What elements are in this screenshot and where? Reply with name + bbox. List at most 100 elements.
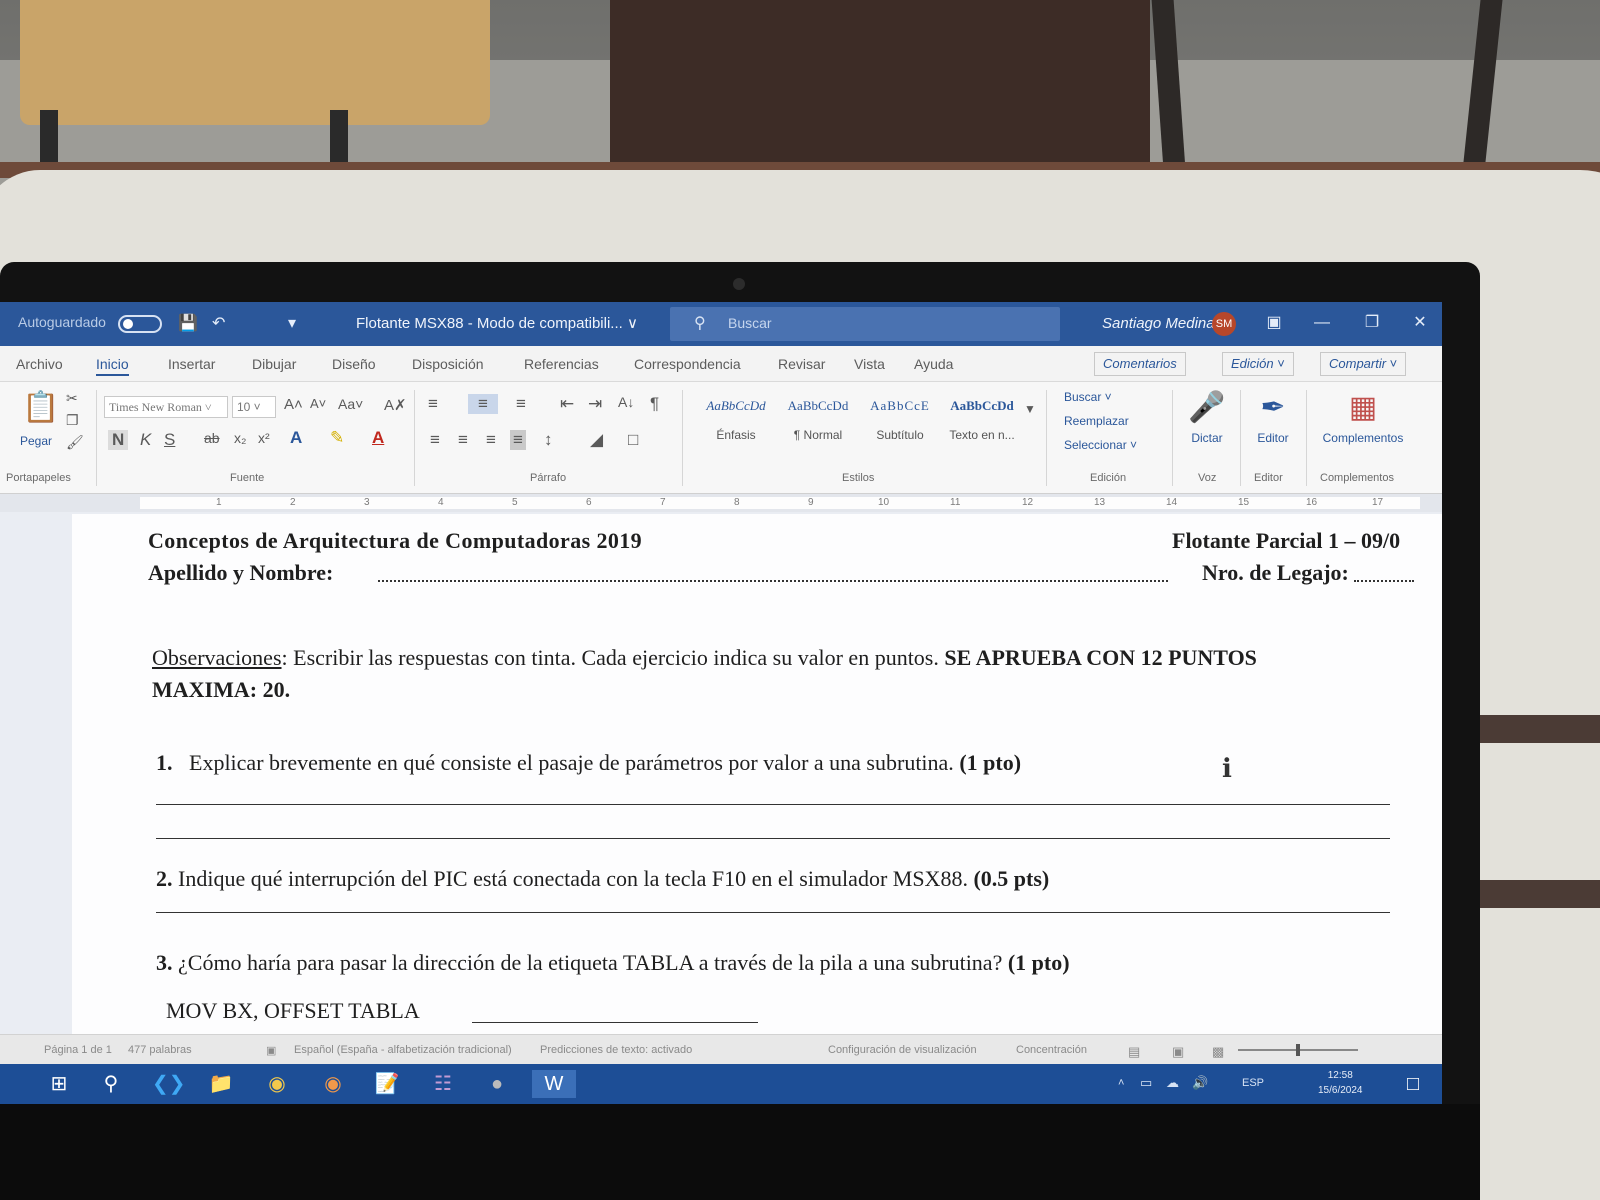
file-explorer-icon[interactable]: 📁 xyxy=(206,1070,236,1098)
text-effects-icon[interactable]: A xyxy=(290,428,302,448)
text-predictions-status[interactable]: Predicciones de texto: activado xyxy=(540,1044,692,1056)
comments-button[interactable]: Comentarios xyxy=(1094,352,1186,376)
autosave-toggle[interactable] xyxy=(118,315,162,333)
word-count[interactable]: 477 palabras xyxy=(128,1044,192,1056)
document-page[interactable]: Conceptos de Arquitectura de Computadora… xyxy=(72,514,1442,1034)
windows-start-icon[interactable]: ⊞ xyxy=(44,1070,74,1098)
share-button[interactable]: Compartir ˅ xyxy=(1320,352,1407,376)
grow-font-icon[interactable]: A˄ xyxy=(284,396,303,413)
shrink-font-icon[interactable]: A˅ xyxy=(310,396,326,411)
bullets-icon[interactable]: ≡ xyxy=(428,394,438,414)
tab-disposicion[interactable]: Disposición xyxy=(412,356,484,372)
clear-formatting-icon[interactable]: A✗ xyxy=(384,396,407,414)
proofing-icon[interactable]: ▣ xyxy=(266,1044,276,1057)
horizontal-ruler[interactable]: 1 2 3 4 5 6 7 8 9 10 11 12 13 14 15 16 1… xyxy=(0,494,1442,512)
search-box[interactable]: ⚲ Buscar xyxy=(670,307,1060,341)
numbering-icon[interactable]: ≡ xyxy=(468,394,498,414)
battery-icon[interactable]: ▭ xyxy=(1140,1075,1152,1091)
italic-button[interactable]: K xyxy=(140,430,151,450)
align-right-icon[interactable]: ≡ xyxy=(486,430,496,450)
multilevel-list-icon[interactable]: ≡ xyxy=(516,394,526,414)
tab-inicio[interactable]: Inicio xyxy=(96,356,129,376)
font-size-select[interactable]: 10 ˅ xyxy=(232,396,276,418)
superscript-icon[interactable]: x² xyxy=(258,430,270,446)
underline-button[interactable]: S xyxy=(164,430,175,450)
decrease-indent-icon[interactable]: ⇤ xyxy=(560,394,574,414)
notepad-icon[interactable]: 📝 xyxy=(372,1070,402,1098)
format-painter-icon[interactable]: 🖌 xyxy=(66,434,84,451)
show-formatting-marks-icon[interactable]: ¶ xyxy=(650,394,659,414)
increase-indent-icon[interactable]: ⇥ xyxy=(588,394,602,414)
chrome-icon[interactable]: ◉ xyxy=(262,1070,292,1098)
display-settings-button[interactable]: Configuración de visualización xyxy=(828,1044,977,1056)
paste-icon[interactable]: 📋 xyxy=(22,390,59,425)
vscode-icon[interactable]: ❮❯ xyxy=(152,1070,186,1098)
app-icon[interactable]: ☷ xyxy=(428,1070,458,1098)
tab-revisar[interactable]: Revisar xyxy=(778,356,825,372)
close-button[interactable]: ✕ xyxy=(1408,311,1432,335)
editor-button[interactable]: ✒ Editor xyxy=(1240,390,1306,445)
style-subtitle[interactable]: AaBbCcE Subtítulo xyxy=(860,390,940,462)
tab-diseno[interactable]: Diseño xyxy=(332,356,376,372)
copy-icon[interactable]: ❐ xyxy=(66,412,79,429)
justify-icon[interactable]: ≡ xyxy=(510,430,526,450)
tab-correspondencia[interactable]: Correspondencia xyxy=(634,356,741,372)
customize-quick-access-icon[interactable]: ▾ xyxy=(288,313,296,333)
ribbon-display-options-icon[interactable]: ▣ xyxy=(1262,311,1286,335)
tab-ayuda[interactable]: Ayuda xyxy=(914,356,953,372)
tab-referencias[interactable]: Referencias xyxy=(524,356,599,372)
notifications-icon[interactable]: □ xyxy=(1398,1070,1428,1098)
styles-scroll-icon[interactable]: ▼ xyxy=(1024,402,1036,416)
print-layout-icon[interactable]: ▣ xyxy=(1172,1044,1184,1060)
style-bold-text[interactable]: AaBbCcDd Texto en n... xyxy=(942,390,1022,462)
word-taskbar-icon[interactable]: W xyxy=(532,1070,576,1098)
avatar[interactable]: SM xyxy=(1212,312,1236,336)
discord-icon[interactable]: ● xyxy=(482,1070,512,1098)
highlight-color-icon[interactable]: ✎ xyxy=(330,428,344,448)
minimize-button[interactable]: — xyxy=(1310,311,1334,335)
strikethrough-icon[interactable]: ab xyxy=(204,430,220,446)
font-color-icon[interactable]: A xyxy=(372,428,384,448)
focus-mode-button[interactable]: Concentración xyxy=(1016,1044,1087,1056)
page-count[interactable]: Página 1 de 1 xyxy=(44,1044,112,1056)
search-icon[interactable]: ⚲ xyxy=(96,1070,126,1098)
dictate-button[interactable]: 🎤 Dictar xyxy=(1174,390,1240,445)
read-mode-icon[interactable]: ▤ xyxy=(1128,1044,1140,1060)
language-status[interactable]: Español (España - alfabetización tradici… xyxy=(294,1044,512,1056)
style-emphasis[interactable]: AaBbCcDd Énfasis xyxy=(696,390,776,462)
shading-icon[interactable]: ◢ xyxy=(590,430,603,450)
tab-vista[interactable]: Vista xyxy=(854,356,885,372)
style-normal[interactable]: AaBbCcDd ¶ Normal xyxy=(778,390,858,462)
subscript-icon[interactable]: x₂ xyxy=(234,430,246,446)
web-layout-icon[interactable]: ▩ xyxy=(1212,1044,1224,1060)
clock[interactable]: 12:58 15/6/2024 xyxy=(1318,1068,1363,1098)
cut-icon[interactable]: ✂ xyxy=(66,390,78,407)
user-name[interactable]: Santiago Medina xyxy=(1102,315,1215,332)
document-title[interactable]: Flotante MSX88 - Modo de compatibili... … xyxy=(356,314,638,332)
borders-icon[interactable]: □ xyxy=(628,430,638,450)
chrome-profile-icon[interactable]: ◉ xyxy=(318,1070,348,1098)
zoom-slider-knob[interactable] xyxy=(1296,1044,1300,1056)
tray-chevron-icon[interactable]: ˄ xyxy=(1118,1077,1124,1089)
change-case-icon[interactable]: Aa˅ xyxy=(338,396,363,412)
save-icon[interactable]: 💾 xyxy=(178,313,198,333)
line-spacing-icon[interactable]: ↕ xyxy=(544,430,553,450)
addins-button[interactable]: ▦ Complementos xyxy=(1318,390,1408,445)
font-family-select[interactable]: Times New Roman ˅ xyxy=(104,396,228,418)
align-left-icon[interactable]: ≡ xyxy=(430,430,440,450)
sort-icon[interactable]: A↓ xyxy=(618,394,634,410)
tab-archivo[interactable]: Archivo xyxy=(16,356,63,372)
bold-button[interactable]: N xyxy=(108,430,129,450)
tab-dibujar[interactable]: Dibujar xyxy=(252,356,296,372)
restore-button[interactable]: ❐ xyxy=(1360,311,1384,335)
replace-button[interactable]: Reemplazar xyxy=(1064,414,1129,428)
find-button[interactable]: Buscar ˅ xyxy=(1064,390,1112,404)
editing-mode-button[interactable]: Edición ˅ xyxy=(1222,352,1294,376)
select-button[interactable]: Seleccionar ˅ xyxy=(1064,438,1137,452)
tab-insertar[interactable]: Insertar xyxy=(168,356,215,372)
paste-label[interactable]: Pegar xyxy=(20,434,52,448)
undo-icon[interactable]: ↶ xyxy=(212,313,225,333)
volume-icon[interactable]: 🔊 xyxy=(1192,1075,1208,1091)
align-center-icon[interactable]: ≡ xyxy=(458,430,468,450)
input-language[interactable]: ESP xyxy=(1242,1077,1264,1089)
